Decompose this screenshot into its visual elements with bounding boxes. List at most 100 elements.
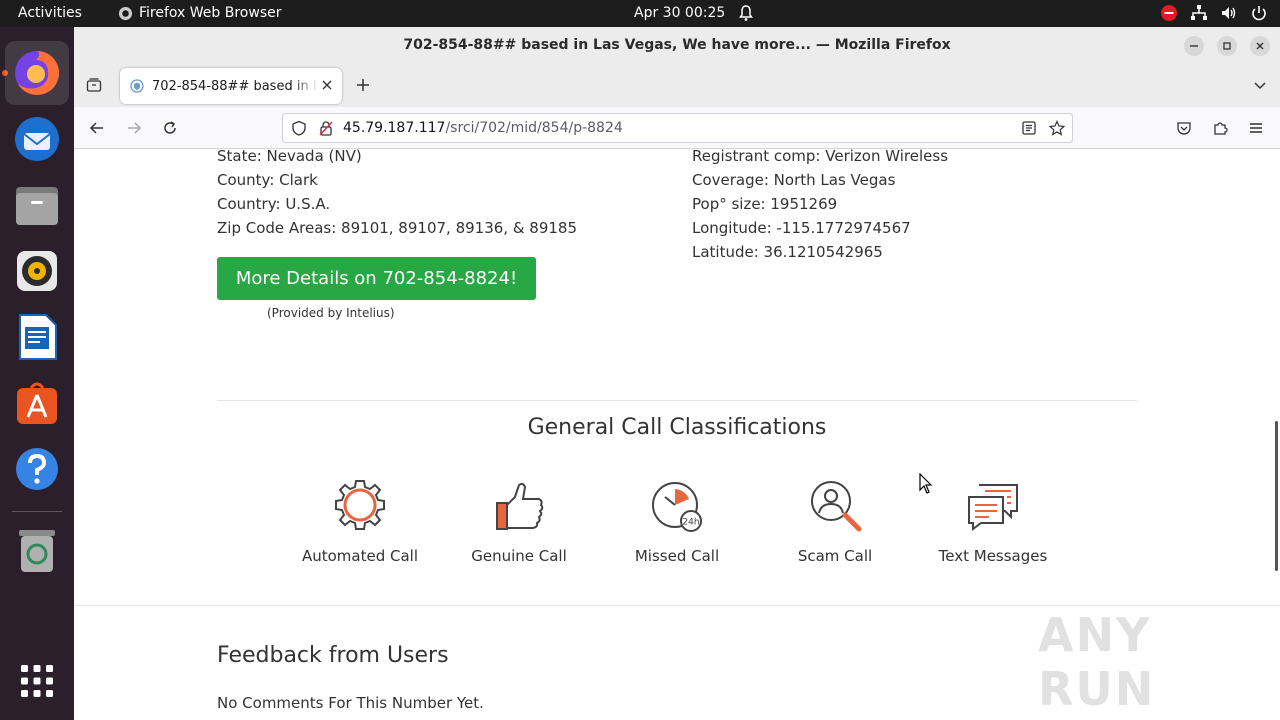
dock-trash[interactable] (5, 519, 69, 583)
classifications-heading: General Call Classifications (527, 415, 827, 440)
tab-close-icon[interactable] (320, 78, 334, 92)
close-window-button[interactable] (1250, 36, 1270, 56)
dock-rhythmbox[interactable] (5, 239, 69, 303)
dock-separator (12, 511, 62, 512)
dock-thunderbird[interactable] (5, 107, 69, 171)
system-top-bar: Activities Firefox Web Browser Apr 30 00… (0, 0, 1280, 27)
rhythmbox-icon (17, 251, 57, 291)
chevron-down-icon (1254, 82, 1266, 90)
dock-help[interactable] (5, 437, 69, 501)
info-longitude: Longitude: -115.1772974567 (692, 219, 911, 237)
info-county: County: Clark (217, 171, 318, 189)
gear-icon (335, 480, 385, 530)
info-country: Country: U.S.A. (217, 195, 331, 213)
more-details-button[interactable]: More Details on 702-854-8824! (217, 257, 536, 300)
recording-indicator-icon (1161, 5, 1177, 21)
info-latitude: Latitude: 36.1210542965 (692, 243, 883, 261)
tab-title: 702-854-88## based in Las Vegas (152, 78, 318, 94)
back-button[interactable] (87, 118, 107, 138)
info-state: State: Nevada (NV) (217, 149, 362, 165)
forward-button[interactable] (124, 118, 144, 138)
classification-label: Genuine Call (471, 547, 567, 565)
extensions-button[interactable] (1210, 118, 1230, 138)
list-all-tabs-button[interactable] (1250, 75, 1270, 95)
dock-files[interactable] (5, 173, 69, 237)
new-tab-button[interactable] (353, 75, 373, 95)
page-content: State: Nevada (NV) County: Clark Country… (74, 149, 1280, 720)
no-comments-text: No Comments For This Number Yet. (217, 694, 484, 712)
info-population: Pop° size: 1951269 (692, 195, 838, 213)
firefox-icon (15, 50, 60, 95)
provided-by-note: (Provided by Intelius) (267, 306, 395, 320)
classification-label: Missed Call (634, 547, 720, 565)
notification-bell-icon[interactable] (738, 4, 754, 22)
close-icon (1256, 42, 1264, 50)
app-name: Firefox Web Browser (139, 5, 282, 21)
classification-label: Automated Call (301, 547, 419, 565)
tab-active[interactable]: 702-854-88## based in Las Vegas (120, 68, 342, 104)
divider (217, 400, 1137, 401)
navigation-toolbar: 45.79.187.117/srci/702/mid/854/p-8824 (74, 107, 1280, 149)
app-grid-icon (21, 665, 53, 697)
carrier-info: Registrant comp: Verizon Wireless Covera… (692, 149, 948, 264)
url-bar[interactable]: 45.79.187.117/srci/702/mid/854/p-8824 (282, 113, 1073, 143)
dock-app-center[interactable] (5, 371, 69, 435)
anyrun-watermark: ANY RUN (1038, 608, 1156, 716)
thunderbird-icon (15, 117, 59, 161)
window-title: 702-854-88## based in Las Vegas, We have… (403, 37, 951, 53)
restore-icon (1223, 42, 1231, 50)
app-menu[interactable]: Firefox Web Browser (118, 5, 282, 21)
magnifier-person-icon (811, 481, 862, 532)
trash-icon (19, 530, 55, 572)
url-text[interactable]: 45.79.187.117/srci/702/mid/854/p-8824 (343, 120, 623, 136)
network-icon (1191, 5, 1207, 20)
back-arrow-icon (89, 122, 103, 134)
dock-show-apps[interactable] (5, 649, 69, 713)
classification-genuine-call[interactable]: Genuine Call (444, 477, 594, 565)
bookmark-star-icon[interactable] (1049, 120, 1065, 136)
firefox-view-button[interactable] (84, 75, 104, 95)
dock-writer[interactable] (5, 305, 69, 369)
24h-icon-glyph: 24h (682, 518, 699, 528)
site-shield-icon (130, 79, 144, 93)
insecure-lock-icon[interactable] (318, 120, 334, 136)
app-center-icon (17, 382, 57, 424)
reader-view-icon[interactable] (1021, 120, 1037, 136)
classification-text-messages[interactable]: Text Messages (918, 477, 1068, 565)
maximize-button[interactable] (1217, 36, 1237, 56)
classification-automated-call[interactable]: Automated Call (285, 477, 435, 565)
firefox-small-icon (118, 6, 133, 20)
pocket-button[interactable] (1174, 118, 1194, 138)
info-zip-codes: Zip Code Areas: 89101, 89107, 89136, & 8… (217, 219, 577, 237)
classification-label: Scam Call (797, 547, 873, 565)
classification-missed-call[interactable]: 24h Missed Call (602, 477, 752, 565)
forward-arrow-icon (128, 122, 142, 134)
url-host: 45.79.187.117 (343, 120, 446, 136)
feedback-heading: Feedback from Users (217, 643, 449, 668)
clock[interactable]: Apr 30 00:25 (634, 5, 725, 21)
classification-scam-call[interactable]: Scam Call (760, 477, 910, 565)
info-registrant: Registrant comp: Verizon Wireless (692, 149, 949, 165)
location-info: State: Nevada (NV) County: Clark Country… (217, 149, 577, 240)
pocket-icon (1177, 122, 1191, 135)
dock-firefox[interactable] (5, 41, 69, 105)
dock (0, 27, 74, 720)
help-icon (16, 448, 58, 490)
menu-button[interactable] (1246, 118, 1266, 138)
tab-bar: 702-854-88## based in Las Vegas (74, 63, 1280, 107)
firefox-window: 702-854-88## based in Las Vegas, We have… (74, 27, 1280, 720)
mouse-cursor-icon (919, 473, 933, 494)
url-path: /srci/702/mid/854/p-8824 (445, 120, 623, 136)
system-tray[interactable] (1160, 4, 1268, 22)
page-scrollbar[interactable] (1275, 421, 1278, 571)
window-titlebar[interactable]: 702-854-88## based in Las Vegas, We have… (74, 27, 1280, 63)
activities-button[interactable]: Activities (18, 5, 82, 21)
minimize-icon (1190, 45, 1198, 47)
tracking-protection-shield-icon[interactable] (291, 120, 307, 136)
minimize-button[interactable] (1184, 36, 1204, 56)
chat-bubbles-icon (968, 484, 1018, 531)
power-icon (1252, 6, 1266, 21)
libreoffice-writer-icon (19, 314, 57, 360)
reload-button[interactable] (160, 118, 180, 138)
thumbs-up-icon (496, 482, 544, 530)
